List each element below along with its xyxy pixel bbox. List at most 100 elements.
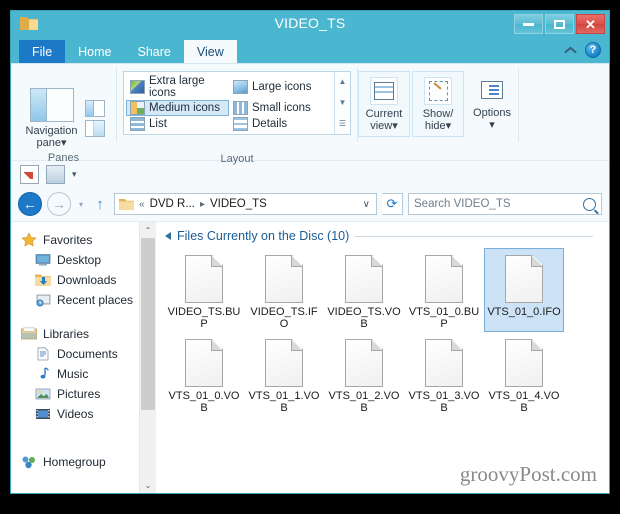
new-folder-icon[interactable] bbox=[46, 164, 65, 184]
help-icon[interactable]: ? bbox=[585, 42, 601, 58]
file-item[interactable]: VTS_01_1.VOB bbox=[244, 332, 324, 416]
sidebar-item-music[interactable]: Music bbox=[11, 364, 156, 384]
sidebar-item-libraries[interactable]: Libraries bbox=[11, 324, 156, 344]
minimize-button[interactable] bbox=[514, 14, 543, 34]
scroll-track[interactable] bbox=[140, 238, 156, 477]
minimize-icon bbox=[523, 22, 534, 26]
navigation-pane-label: Navigation pane▾ bbox=[26, 125, 78, 149]
collapse-ribbon-icon[interactable] bbox=[564, 45, 577, 55]
recent-locations-icon[interactable]: ▾ bbox=[76, 200, 86, 209]
refresh-button[interactable]: ⟳ bbox=[382, 193, 403, 215]
file-name: VTS_01_2.VOB bbox=[328, 390, 400, 414]
ribbon-group-layout: Extra large icons Large icons Medium ico… bbox=[117, 64, 357, 167]
options-label: Options ▾ bbox=[473, 107, 511, 131]
group-collapse-icon[interactable] bbox=[165, 232, 171, 240]
nav-pane-caret: ▾ bbox=[60, 136, 67, 149]
file-item[interactable]: VTS_01_2.VOB bbox=[324, 332, 404, 416]
layout-option-list[interactable]: List bbox=[126, 116, 229, 132]
file-item[interactable]: VIDEO_TS.BUP bbox=[164, 248, 244, 332]
file-item[interactable]: VTS_01_0.BUP bbox=[404, 248, 484, 332]
libraries-icon bbox=[21, 327, 37, 340]
sidebar-item-downloads[interactable]: Downloads bbox=[11, 270, 156, 290]
tab-share[interactable]: Share bbox=[125, 40, 184, 63]
scroll-up-icon[interactable]: ⌃ bbox=[145, 222, 152, 238]
desktop-icon bbox=[35, 254, 51, 266]
file-item[interactable]: VTS_01_3.VOB bbox=[404, 332, 484, 416]
breadcrumb-dropdown-icon[interactable]: ∨ bbox=[363, 199, 372, 210]
quick-access-dropdown-icon[interactable]: ▾ bbox=[72, 169, 77, 180]
file-group-header[interactable]: Files Currently on the Disc (10) bbox=[156, 222, 609, 243]
gallery-scroll-down-icon[interactable]: ▼ bbox=[339, 98, 347, 107]
sidebar-item-favorites[interactable]: Favorites bbox=[11, 230, 156, 250]
preview-pane-toggle[interactable] bbox=[84, 100, 105, 117]
explorer-window: VIDEO_TS ✕ File Home Share View ? Naviga… bbox=[10, 10, 610, 494]
breadcrumb[interactable]: « DVD R... ▸ VIDEO_TS ∨ bbox=[114, 193, 377, 215]
navigation-pane-button[interactable]: Navigation pane▾ bbox=[23, 87, 81, 149]
options-button[interactable]: Options ▾ bbox=[466, 71, 518, 137]
file-item-selected[interactable]: VTS_01_0.IFO bbox=[484, 248, 564, 332]
close-button[interactable]: ✕ bbox=[576, 14, 605, 34]
sidebar-item-desktop[interactable]: Desktop bbox=[11, 250, 156, 270]
search-box[interactable]: Search VIDEO_TS bbox=[408, 193, 602, 215]
ribbon-tabs: File Home Share View ? bbox=[11, 39, 609, 63]
layout-option-details[interactable]: Details bbox=[229, 116, 332, 132]
tab-home[interactable]: Home bbox=[65, 40, 124, 63]
gallery-scroll-up-icon[interactable]: ▲ bbox=[339, 78, 347, 86]
scroll-down-icon[interactable]: ⌄ bbox=[145, 477, 152, 493]
back-button[interactable]: ← bbox=[18, 192, 42, 216]
sidebar-label: Music bbox=[57, 367, 89, 381]
file-item[interactable]: VIDEO_TS.IFO bbox=[244, 248, 324, 332]
layout-gallery-scroll: ▲ ▼ ☰ bbox=[334, 72, 350, 134]
current-view-button[interactable]: Current view▾ bbox=[358, 71, 410, 137]
sidebar-scrollbar[interactable]: ⌃ ⌄ bbox=[139, 222, 156, 493]
breadcrumb-separator[interactable]: ▸ bbox=[200, 199, 205, 210]
btn-line1: Show/ bbox=[422, 108, 454, 120]
layout-option-small-icons[interactable]: Small icons bbox=[229, 100, 332, 116]
maximize-button[interactable] bbox=[545, 14, 574, 34]
layout-label: Extra large icons bbox=[149, 75, 205, 99]
layout-option-large-icons[interactable]: Large icons bbox=[229, 74, 332, 100]
details-pane-toggle[interactable] bbox=[84, 120, 105, 137]
up-button[interactable]: ↑ bbox=[91, 193, 109, 215]
list-icon bbox=[130, 117, 145, 131]
breadcrumb-drive[interactable]: DVD R... bbox=[150, 198, 195, 210]
sidebar-item-documents[interactable]: Documents bbox=[11, 344, 156, 364]
file-name: VTS_01_3.VOB bbox=[408, 390, 480, 414]
sidebar-item-recent-places[interactable]: Recent places bbox=[11, 290, 156, 310]
properties-icon[interactable] bbox=[20, 164, 39, 184]
layout-label: Details bbox=[252, 118, 288, 130]
btn-line1: Current bbox=[365, 108, 403, 120]
sidebar-label: Favorites bbox=[43, 233, 93, 247]
layout-option-extra-large-icons[interactable]: Extra large icons bbox=[126, 74, 229, 100]
panes-group-label: Panes bbox=[47, 152, 80, 164]
layout-options: Extra large icons Large icons Medium ico… bbox=[124, 72, 334, 134]
sidebar-item-videos[interactable]: Videos bbox=[11, 404, 156, 424]
tab-view[interactable]: View bbox=[183, 40, 237, 63]
forward-button[interactable]: → bbox=[47, 192, 71, 216]
videos-icon bbox=[36, 409, 50, 419]
file-item[interactable]: VTS_01_4.VOB bbox=[484, 332, 564, 416]
search-input[interactable]: Search VIDEO_TS bbox=[414, 198, 583, 210]
scroll-thumb[interactable] bbox=[141, 238, 155, 411]
file-item[interactable]: VIDEO_TS.VOB bbox=[324, 248, 404, 332]
pane-toggles bbox=[84, 99, 105, 137]
options-icon bbox=[478, 76, 506, 104]
group-header-label: Files Currently on the Disc (10) bbox=[177, 229, 350, 243]
gallery-expand-icon[interactable]: ☰ bbox=[339, 119, 346, 128]
search-icon bbox=[583, 197, 596, 211]
file-name: VTS_01_0.VOB bbox=[168, 390, 240, 414]
breadcrumb-current[interactable]: VIDEO_TS bbox=[210, 198, 267, 210]
file-item[interactable]: VTS_01_0.VOB bbox=[164, 332, 244, 416]
layout-option-medium-icons[interactable]: Medium icons bbox=[126, 100, 229, 116]
details-icon bbox=[233, 117, 248, 131]
tab-file[interactable]: File bbox=[19, 40, 66, 63]
file-list-pane: Files Currently on the Disc (10) VIDEO_T… bbox=[156, 222, 609, 493]
show-hide-button[interactable]: Show/ hide▾ bbox=[412, 71, 464, 137]
ribbon-tab-actions: ? bbox=[564, 42, 601, 58]
breadcrumb-overflow[interactable]: « bbox=[139, 199, 145, 210]
sidebar-item-pictures[interactable]: Pictures bbox=[11, 384, 156, 404]
file-icon bbox=[425, 255, 463, 303]
maximize-icon bbox=[554, 19, 565, 29]
sidebar-item-homegroup[interactable]: Homegroup bbox=[11, 452, 156, 472]
